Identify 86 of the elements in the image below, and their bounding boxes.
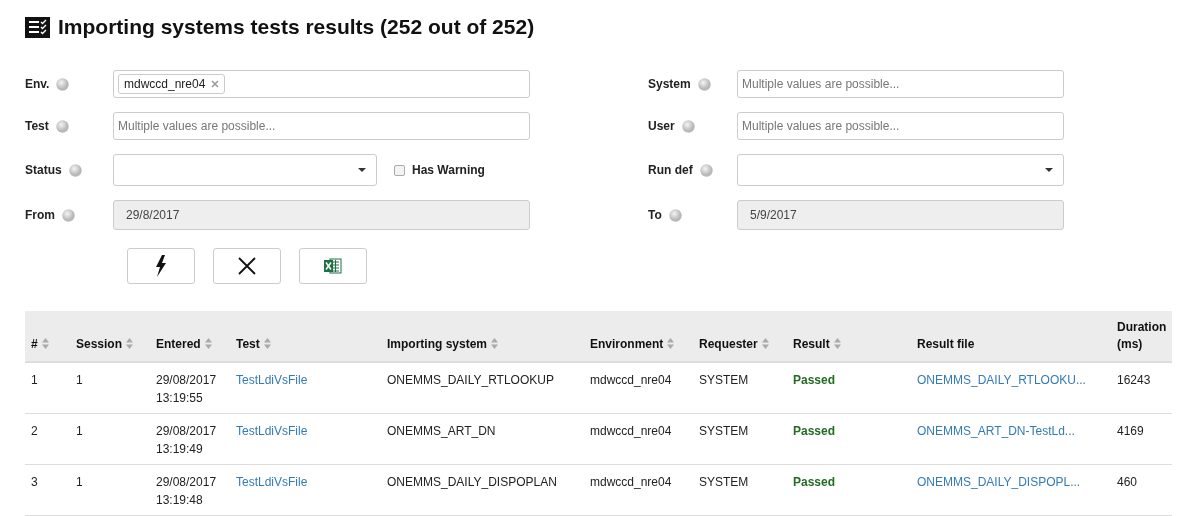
cell-text: 460 [1117,475,1138,489]
column-header[interactable]: Environment [584,311,693,362]
help-icon[interactable] [668,208,682,222]
spreadsheet-icon [324,258,342,274]
cell-text: 29/08/2017 13:19:49 [156,424,217,456]
close-icon [238,257,256,275]
date-field[interactable]: 29/8/2017 [113,200,530,230]
link[interactable]: ONEMMS_DAILY_RTLOOKU... [917,373,1086,387]
link[interactable]: TestLdiVsFile [236,373,308,387]
field-label: Status [25,163,62,177]
excel-button[interactable] [299,248,367,284]
input-field[interactable]: Multiple values are possible... [737,112,1064,140]
run-button[interactable] [127,248,195,284]
help-icon[interactable] [62,208,75,222]
help-icon[interactable] [55,119,69,133]
sort-icon[interactable] [263,338,271,349]
page-title: Importing systems tests results (252 out of 252) [58,15,535,39]
select-field[interactable] [113,154,377,186]
sort-icon[interactable] [491,338,499,349]
cell-text: ONEMMS_ART_DN [387,424,496,438]
cell-text: ONEMMS_DAILY_RTLOOKUP [387,373,554,387]
checkbox-label: Has Warning [412,163,485,177]
lightning-icon [155,255,167,277]
link[interactable]: TestLdiVsFile [236,475,308,489]
column-header[interactable]: Result [787,311,911,362]
column-header[interactable]: Requester [693,311,787,362]
link[interactable]: TestLdiVsFile [236,424,308,438]
sort-icon[interactable] [833,338,841,349]
caret-icon [358,168,366,172]
field-label: Test [25,119,49,133]
select-field[interactable] [737,154,1064,186]
cell-text: 2 [31,424,38,438]
column-header[interactable]: Importing system [381,311,584,362]
sort-icon[interactable] [761,338,769,349]
column-header[interactable]: Session [70,311,150,362]
cell-text: mdwccd_nre04 [590,373,672,387]
cell-text: mdwccd_nre04 [590,475,672,489]
help-icon[interactable] [56,77,70,91]
status-text: Passed [793,424,836,438]
date-field[interactable]: 5/9/2017 [737,200,1064,230]
column-header[interactable]: Entered [150,311,230,362]
cell-text: 4169 [1117,424,1144,438]
status-text: Passed [793,475,836,489]
link[interactable]: ONEMMS_DAILY_DISPOPL... [917,475,1081,489]
cell-text: SYSTEM [699,373,749,387]
sort-icon[interactable] [41,338,49,349]
help-icon[interactable] [699,163,713,177]
cell-text: 29/08/2017 13:19:48 [156,475,217,507]
cell-text: 29/08/2017 13:19:55 [156,373,217,405]
clear-button[interactable] [213,248,281,284]
status-text: Passed [793,373,836,387]
column-header: Duration (ms) [1111,311,1172,362]
link[interactable]: ONEMMS_ART_DN-TestLd... [917,424,1075,438]
field-label: From [25,208,55,222]
input-field[interactable]: Multiple values are possible... [737,70,1064,98]
remove-icon[interactable] [211,80,220,88]
field-label: User [648,119,675,133]
caret-icon [1045,168,1053,172]
column-header: Result file [911,311,1111,362]
cell-text: 1 [76,475,83,489]
field-label: Env. [25,77,50,91]
help-icon[interactable] [697,77,711,91]
sort-icon[interactable] [126,338,134,349]
cell-text: SYSTEM [699,424,749,438]
help-icon[interactable] [68,163,82,177]
cell-text: SYSTEM [699,475,749,489]
sort-icon[interactable] [204,338,212,349]
field-label: Run def [648,163,693,177]
field-label: System [648,77,691,91]
cell-text: mdwccd_nre04 [590,424,672,438]
column-header[interactable]: # [25,311,70,362]
help-icon[interactable] [681,119,695,133]
input-field[interactable]: Multiple values are possible... [113,112,530,140]
cell-text: 16243 [1117,373,1151,387]
checkbox[interactable] [394,164,405,176]
cell-text: 1 [31,373,38,387]
cell-text: 3 [31,475,38,489]
column-header[interactable]: Test [230,311,381,362]
tags-field[interactable]: mdwccd_nre04 [113,70,530,98]
field-label: To [648,208,662,222]
checklist-icon [25,16,50,38]
cell-text: 1 [76,373,83,387]
cell-text: ONEMMS_DAILY_DISPOPLAN [387,475,557,489]
tag-label: mdwccd_nre04 [124,77,206,91]
sort-icon[interactable] [667,338,675,349]
cell-text: 1 [76,424,83,438]
